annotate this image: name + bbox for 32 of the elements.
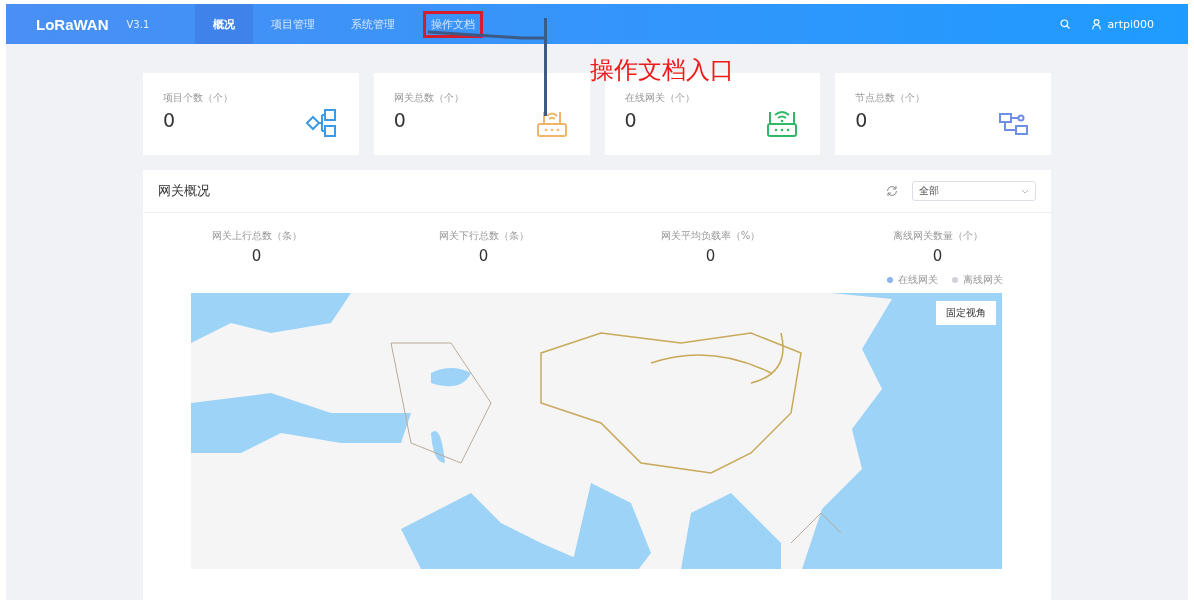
stat-value: 0 — [251, 247, 262, 265]
card-label: 在线网关（个） — [624, 91, 696, 105]
panel-title: 网关概况 — [158, 182, 210, 200]
stat-label: 离线网关数量（个） — [892, 229, 983, 243]
fixed-view-button[interactable]: 固定视角 — [936, 301, 996, 325]
stat-value: 0 — [932, 247, 943, 265]
logo[interactable]: LoRaWAN — [36, 15, 109, 33]
nav-tab[interactable]: 系统管理 — [333, 4, 414, 44]
nav-tab[interactable]: 概况 — [195, 4, 254, 44]
user-icon — [1092, 18, 1102, 30]
card-value: 0 — [624, 109, 637, 131]
annotation-text: 操作文档入口 — [590, 55, 734, 86]
card-label: 项目个数（个） — [163, 91, 234, 105]
search-icon[interactable] — [1060, 19, 1071, 29]
filter-select[interactable]: 全部 — [912, 181, 1036, 201]
stat-value: 0 — [705, 247, 716, 265]
legend-item[interactable]: 在线网关 — [887, 273, 938, 287]
card-label: 网关总数（个） — [393, 91, 465, 105]
stat-label: 网关上行总数（条） — [211, 229, 302, 243]
stat-label: 网关平均负载率（%） — [660, 229, 761, 243]
card-label: 节点总数（个） — [855, 91, 927, 105]
card-value: 0 — [855, 109, 868, 131]
stat-label: 网关下行总数（条） — [438, 229, 529, 243]
version-label: V3.1 — [126, 18, 150, 30]
refresh-icon[interactable] — [886, 185, 898, 197]
card-value: 0 — [163, 109, 176, 131]
nav-tab[interactable]: 项目管理 — [253, 4, 334, 44]
stat-value: 0 — [478, 247, 489, 265]
card-value: 0 — [393, 109, 406, 131]
user-menu[interactable]: artpi000 — [1092, 17, 1154, 31]
chevron-down-icon — [1021, 188, 1029, 194]
legend-item[interactable]: 离线网关 — [952, 273, 1003, 287]
